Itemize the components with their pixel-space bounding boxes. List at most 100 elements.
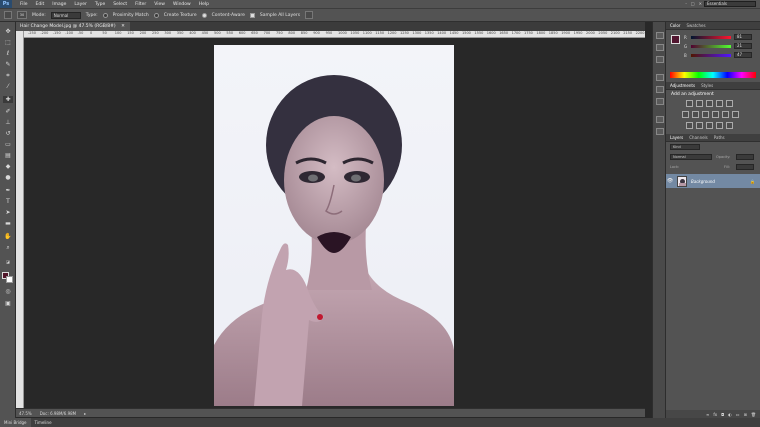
default-colors-icon[interactable]: ◪ [3, 258, 13, 265]
panel-fg-swatch[interactable] [671, 35, 680, 44]
crop-tool-icon[interactable]: ⌗ [3, 72, 13, 79]
healing-brush-tool-icon[interactable]: ✚ [3, 96, 13, 103]
sample-all-layers-checkbox[interactable] [249, 12, 255, 18]
blur-tool-icon[interactable]: ◆ [3, 163, 13, 170]
menu-filter[interactable]: Filter [135, 2, 146, 7]
background-color-swatch[interactable] [6, 276, 13, 283]
black-white-icon[interactable] [702, 111, 709, 118]
add-mask-icon[interactable]: ◘ [721, 412, 724, 417]
proximity-match-radio[interactable] [102, 12, 108, 18]
color-balance-icon[interactable] [692, 111, 699, 118]
menu-select[interactable]: Select [113, 2, 127, 7]
invert-icon[interactable] [686, 122, 693, 129]
content-aware-radio[interactable] [201, 12, 207, 18]
brightness-contrast-icon[interactable] [686, 100, 693, 107]
clone-stamp-tool-icon[interactable]: ⊥ [3, 119, 13, 126]
new-layer-icon[interactable]: ⊞ [744, 412, 747, 417]
opacity-input[interactable] [736, 154, 754, 160]
status-menu-arrow-icon[interactable]: ▸ [84, 411, 86, 416]
brush-panel-icon[interactable] [656, 116, 664, 123]
history-brush-tool-icon[interactable]: ↺ [3, 130, 13, 137]
workspace-select[interactable]: Essentials [704, 1, 756, 7]
menu-file[interactable]: File [20, 2, 28, 7]
eraser-tool-icon[interactable]: ▭ [3, 141, 13, 148]
new-group-icon[interactable]: ▭ [736, 412, 740, 417]
new-adjustment-layer-icon[interactable]: ◐ [728, 412, 732, 417]
canvas-area[interactable] [24, 38, 645, 408]
document-image[interactable] [214, 45, 454, 406]
gradient-map-icon[interactable] [716, 122, 723, 129]
quick-mask-icon[interactable]: ◎ [3, 288, 13, 295]
threshold-icon[interactable] [706, 122, 713, 129]
tab-color[interactable]: Color [670, 23, 680, 28]
pressure-size-icon[interactable] [305, 11, 314, 19]
tab-swatches[interactable]: Swatches [686, 23, 705, 28]
hue-saturation-icon[interactable] [682, 111, 689, 118]
character-panel-icon[interactable] [656, 86, 664, 93]
zoom-level[interactable]: 47.5% [19, 411, 32, 416]
marquee-tool-icon[interactable]: ⬚ [3, 39, 13, 46]
menu-window[interactable]: Window [173, 2, 191, 7]
tab-styles[interactable]: Styles [701, 83, 713, 88]
color-spectrum[interactable] [670, 72, 756, 78]
green-slider[interactable] [691, 44, 731, 48]
tab-channels[interactable]: Channels [689, 135, 708, 140]
menu-type[interactable]: Type [95, 2, 105, 7]
menu-help[interactable]: Help [199, 2, 209, 7]
channel-mixer-icon[interactable] [722, 111, 729, 118]
type-tool-icon[interactable]: T [3, 198, 13, 205]
curves-icon[interactable] [706, 100, 713, 107]
vibrance-icon[interactable] [726, 100, 733, 107]
menu-view[interactable]: View [154, 2, 165, 7]
maximize-button[interactable]: □ [691, 1, 695, 6]
layer-row-background[interactable]: 👁 Background 🔒 [666, 174, 760, 188]
delete-layer-icon[interactable]: 🗑 [751, 412, 756, 417]
lasso-tool-icon[interactable]: ℓ [3, 50, 13, 57]
selective-color-icon[interactable] [726, 122, 733, 129]
doc-size-info[interactable]: Doc: 6.98M/6.98M [40, 411, 76, 416]
visibility-eye-icon[interactable]: 👁 [666, 178, 674, 184]
blend-mode-select[interactable]: Normal [670, 154, 712, 160]
hand-tool-icon[interactable]: ✋ [3, 233, 13, 240]
posterize-icon[interactable] [696, 122, 703, 129]
screen-mode-icon[interactable]: ▣ [3, 300, 13, 307]
quick-select-tool-icon[interactable]: ✎ [3, 61, 13, 68]
dodge-tool-icon[interactable]: ● [3, 174, 13, 181]
minimize-button[interactable]: - [685, 1, 686, 6]
red-slider[interactable] [691, 35, 731, 39]
layer-filter-select[interactable]: Kind [670, 144, 700, 150]
exposure-icon[interactable] [716, 100, 723, 107]
create-texture-radio[interactable] [153, 12, 159, 18]
levels-icon[interactable] [696, 100, 703, 107]
tab-timeline[interactable]: Timeline [31, 418, 56, 427]
green-value-input[interactable]: 21 [734, 43, 752, 49]
blue-value-input[interactable]: 47 [734, 52, 752, 58]
color-lookup-icon[interactable] [732, 111, 739, 118]
properties-panel-icon[interactable] [656, 56, 664, 63]
link-layers-icon[interactable]: ∞ [706, 412, 709, 417]
fx-icon[interactable]: fx [713, 412, 717, 417]
healing-tool-icon[interactable] [4, 11, 12, 19]
eyedropper-tool-icon[interactable]: ⁄ [3, 83, 13, 90]
tab-paths[interactable]: Paths [714, 135, 725, 140]
menu-edit[interactable]: Edit [36, 2, 45, 7]
menu-layer[interactable]: Layer [74, 2, 87, 7]
fill-input[interactable] [736, 164, 754, 170]
red-value-input[interactable]: 81 [734, 34, 752, 40]
pen-tool-icon[interactable]: ✒ [3, 187, 13, 194]
tab-mini-bridge[interactable]: Mini Bridge [0, 418, 31, 427]
blue-slider[interactable] [691, 53, 731, 57]
tab-layers[interactable]: Layers [670, 135, 683, 140]
document-tab[interactable]: Hair Change Model.jpg @ 47.5% (RGB/8#) ✕ [16, 22, 130, 31]
zoom-tool-icon[interactable]: ⌕ [3, 244, 13, 251]
mode-select[interactable]: Normal [50, 11, 81, 19]
close-button[interactable]: ✕ [699, 1, 702, 6]
menu-image[interactable]: Image [52, 2, 66, 7]
shape-tool-icon[interactable]: ▬ [3, 220, 13, 227]
photo-filter-icon[interactable] [712, 111, 719, 118]
brush-preset-picker[interactable]: 30 [17, 11, 27, 19]
move-tool-icon[interactable]: ✥ [3, 28, 13, 35]
layer-name[interactable]: Background [691, 179, 715, 184]
close-tab-icon[interactable]: ✕ [121, 24, 125, 29]
paragraph-panel-icon[interactable] [656, 98, 664, 105]
